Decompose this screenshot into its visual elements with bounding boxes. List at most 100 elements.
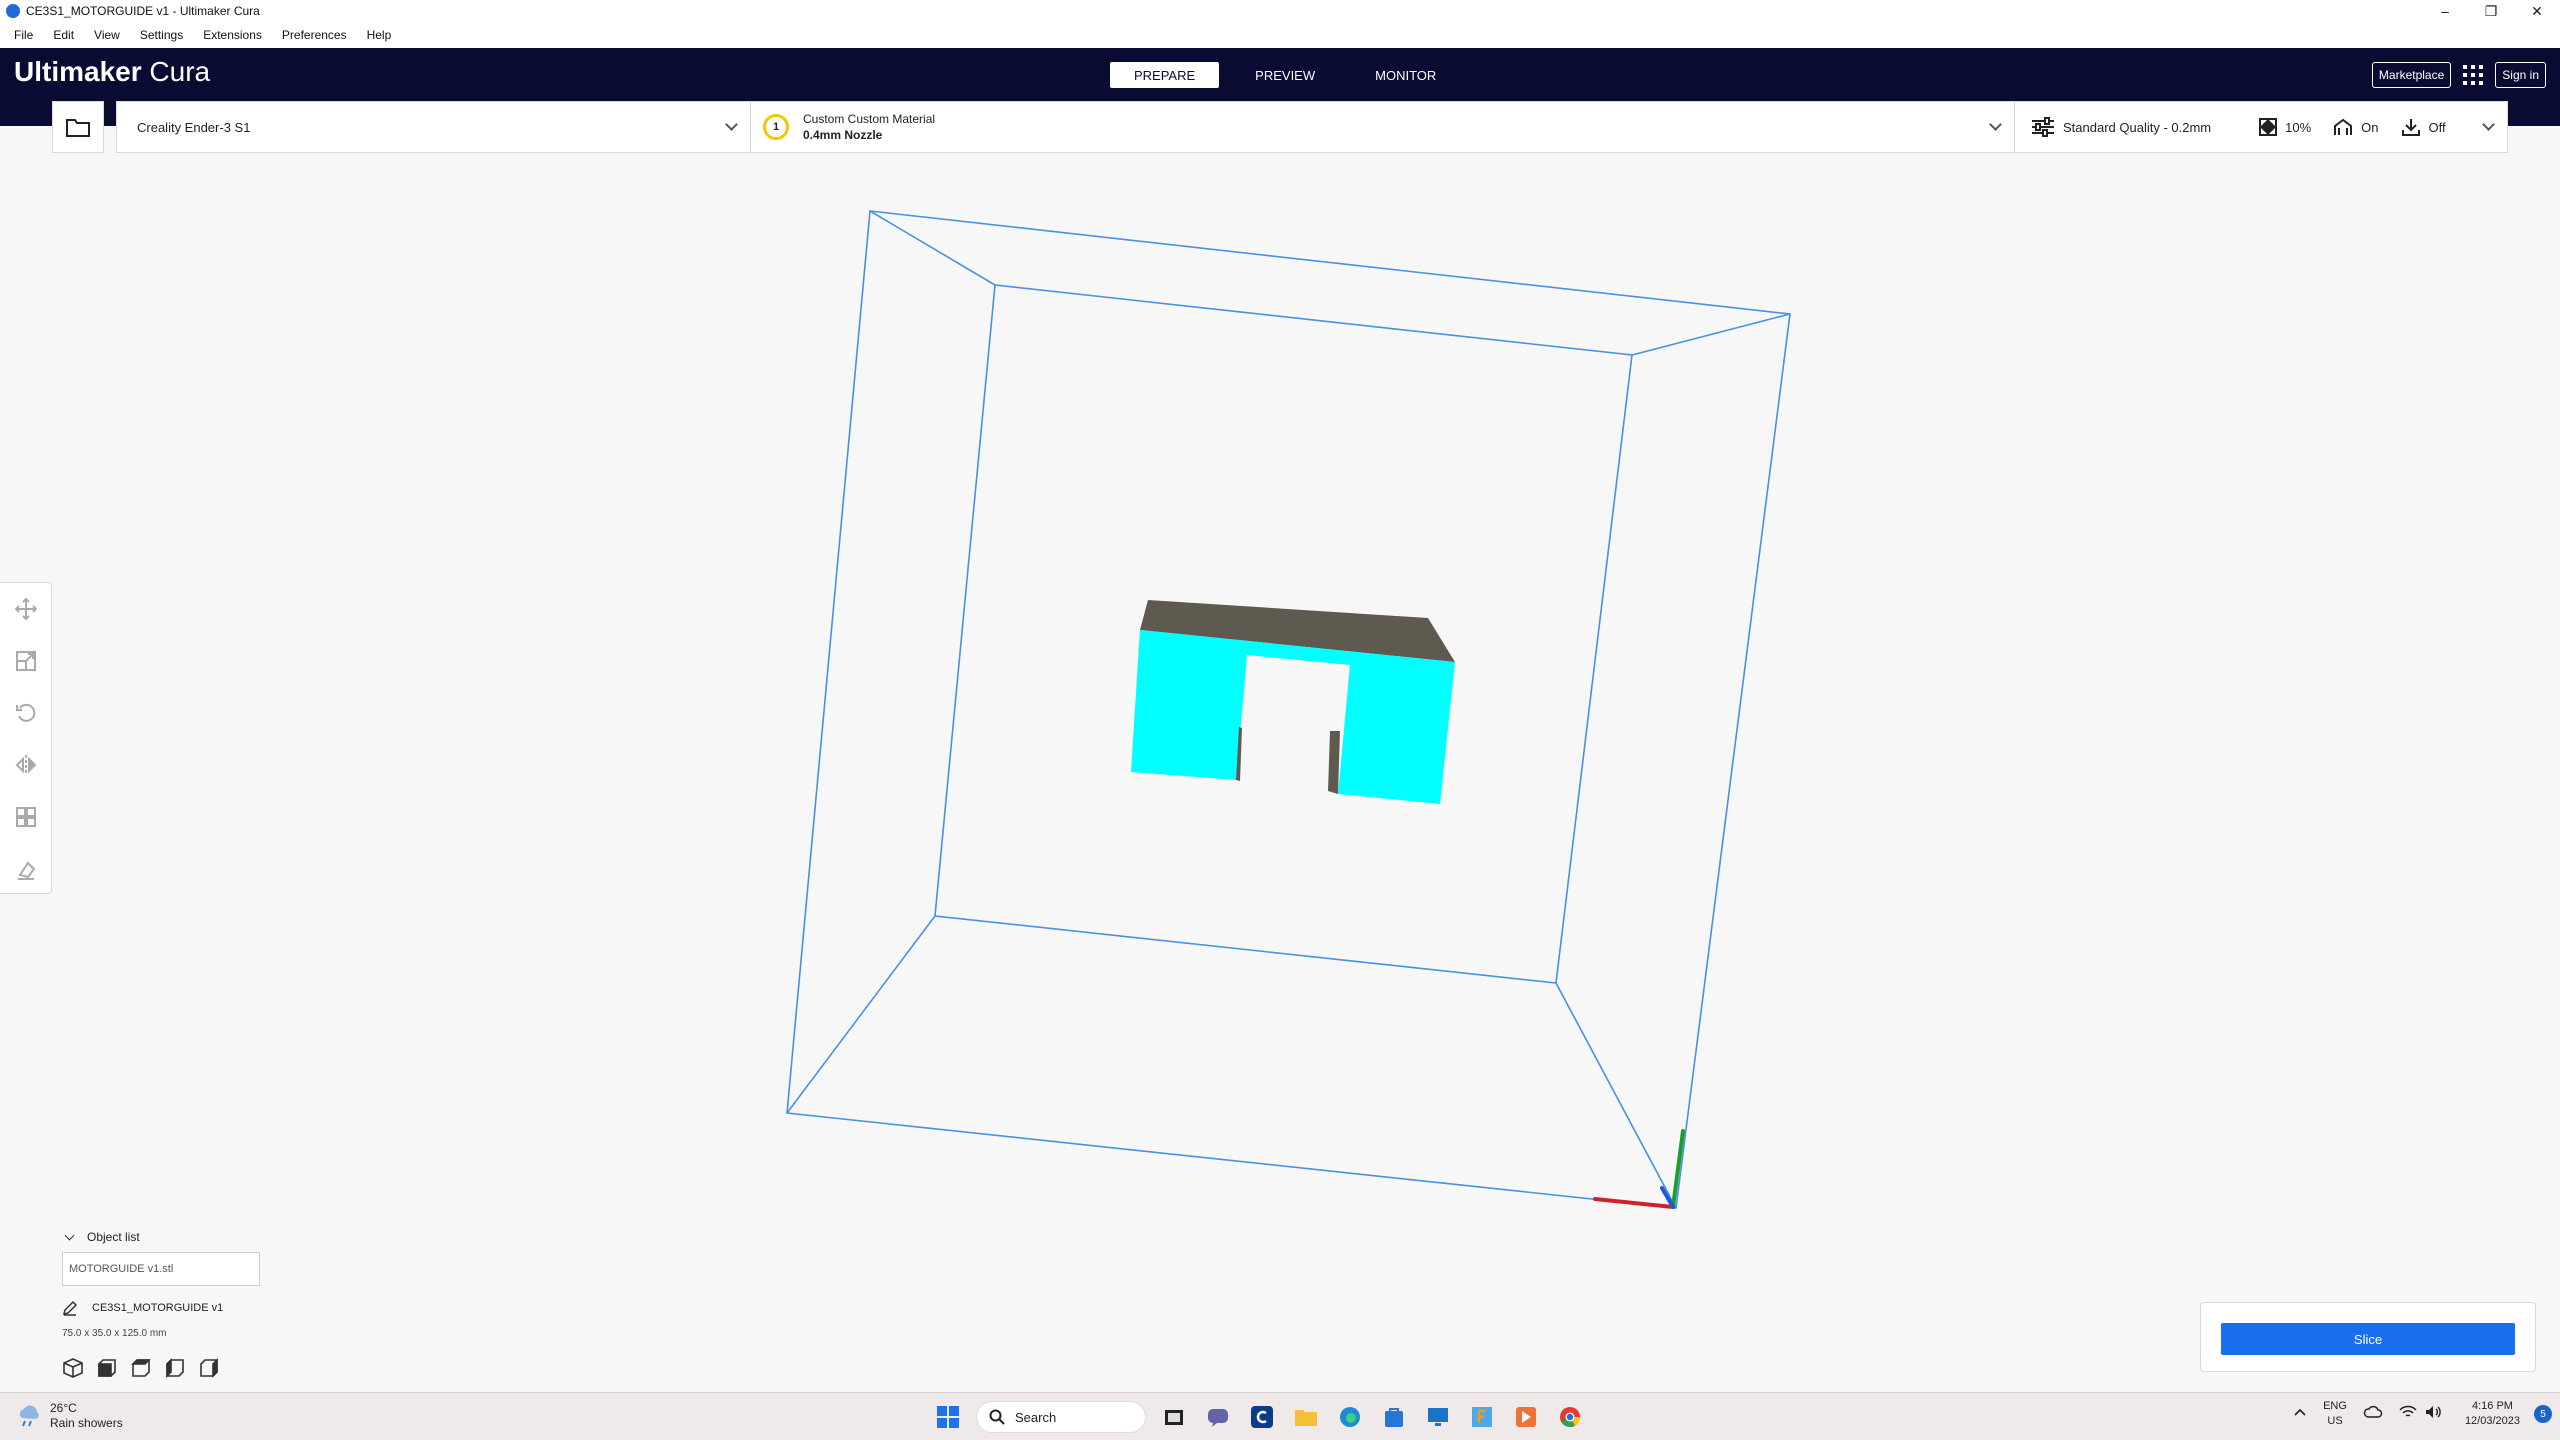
tab-prepare[interactable]: PREPARE	[1110, 62, 1220, 88]
marketplace-button[interactable]: Marketplace	[2371, 62, 2452, 88]
extruder-badge: 1	[763, 114, 789, 140]
move-tool-button[interactable]	[0, 583, 51, 635]
chevron-up-icon	[2294, 1408, 2306, 1416]
file-explorer-app[interactable]	[1290, 1401, 1322, 1433]
menu-settings[interactable]: Settings	[134, 24, 189, 46]
object-list-toggle[interactable]: Object list	[62, 1230, 362, 1244]
restore-button[interactable]: ❐	[2468, 0, 2514, 22]
view-front-button[interactable]	[96, 1357, 118, 1384]
wifi-icon	[2399, 1405, 2417, 1417]
sign-in-button[interactable]: Sign in	[2495, 62, 2546, 88]
menu-help[interactable]: Help	[361, 24, 398, 46]
close-button[interactable]: ✕	[2514, 0, 2560, 22]
view-3d-button[interactable]	[62, 1357, 84, 1384]
system-tray: ENG US 4:16 PM 12/03/2023 5	[2277, 1399, 2552, 1429]
menu-bar: File Edit View Settings Extensions Prefe…	[0, 22, 2560, 48]
menu-preferences[interactable]: Preferences	[276, 24, 353, 46]
language-code: ENG	[2323, 1400, 2347, 1412]
view-left-button[interactable]	[164, 1357, 186, 1384]
fusion-app[interactable]	[1466, 1401, 1498, 1433]
quality-profile: Standard Quality - 0.2mm	[2063, 119, 2212, 135]
per-model-settings-button[interactable]	[0, 791, 51, 843]
store-app[interactable]	[1378, 1401, 1410, 1433]
taskbar-search[interactable]: Search	[976, 1401, 1146, 1433]
teams-app[interactable]	[1202, 1401, 1234, 1433]
start-button[interactable]	[932, 1401, 964, 1433]
windows-taskbar: 26°C Rain showers Search ENG US 4:16 PM …	[0, 1392, 2560, 1440]
chevron-down-icon	[64, 1230, 75, 1240]
tab-monitor[interactable]: MONITOR	[1351, 62, 1460, 88]
weather-condition: Rain showers	[50, 1416, 123, 1430]
material-selector[interactable]: 1 Custom Custom Material 0.4mm Nozzle	[750, 101, 2015, 153]
notification-badge[interactable]: 5	[2534, 1405, 2552, 1423]
scale-icon	[15, 651, 36, 671]
cube-front-icon	[98, 1359, 116, 1377]
cube-right-icon	[200, 1358, 218, 1378]
chrome-app[interactable]	[1554, 1401, 1586, 1433]
material-name: Custom Custom Material	[803, 112, 936, 126]
adhesion-icon	[2401, 119, 2420, 136]
infill-icon	[2259, 118, 2278, 136]
printer-selector[interactable]: Creality Ender-3 S1	[116, 101, 751, 153]
3d-viewport[interactable]	[0, 153, 2560, 1393]
print-settings-selector[interactable]: Standard Quality - 0.2mm 10% On Off	[2014, 101, 2508, 153]
show-hidden-icons-button[interactable]	[2293, 1407, 2307, 1422]
slicer-app[interactable]	[1510, 1401, 1542, 1433]
job-name-row[interactable]: CE3S1_MOTORGUIDE v1	[62, 1300, 362, 1316]
view-top-button[interactable]	[130, 1357, 152, 1384]
brand-cura: Cura	[149, 56, 211, 87]
open-file-button[interactable]	[52, 101, 104, 153]
onedrive-tray[interactable]	[2363, 1405, 2383, 1424]
cura-taskbar-app[interactable]	[1246, 1401, 1278, 1433]
left-toolbar	[0, 582, 52, 894]
rotate-tool-button[interactable]	[0, 687, 51, 739]
clock-time: 4:16 PM	[2471, 1400, 2513, 1412]
weather-temperature: 26°C	[50, 1401, 77, 1415]
tab-preview[interactable]: PREVIEW	[1231, 62, 1339, 88]
support-blocker-button[interactable]	[0, 843, 51, 895]
edge-app[interactable]	[1334, 1401, 1366, 1433]
network-tray[interactable]	[2399, 1405, 2417, 1424]
search-icon	[989, 1409, 1005, 1425]
adhesion-value: Off	[2428, 119, 2446, 135]
clock-date: 12/03/2023	[2464, 1415, 2520, 1427]
menu-view[interactable]: View	[88, 24, 126, 46]
search-label: Search	[1015, 1409, 1057, 1425]
move-icon	[14, 598, 37, 620]
menu-file[interactable]: File	[8, 24, 39, 46]
model-motorguide[interactable]	[1131, 600, 1455, 804]
language-indicator[interactable]: ENG US	[2323, 1399, 2347, 1429]
nozzle-size: 0.4mm Nozzle	[803, 128, 883, 142]
mirror-tool-button[interactable]	[0, 739, 51, 791]
clock[interactable]: 4:16 PM 12/03/2023	[2465, 1399, 2520, 1429]
menu-edit[interactable]: Edit	[47, 24, 80, 46]
chevron-down-icon	[725, 118, 738, 131]
folder-icon	[1295, 1410, 1317, 1426]
scale-tool-button[interactable]	[0, 635, 51, 687]
minimize-button[interactable]: –	[2422, 0, 2468, 22]
volume-tray[interactable]	[2425, 1405, 2443, 1424]
store-icon	[1385, 1408, 1403, 1427]
header-right: Marketplace Sign in	[2371, 62, 2546, 88]
task-view-button[interactable]	[1158, 1401, 1190, 1433]
monitor-icon	[1428, 1408, 1448, 1426]
support-value: On	[2361, 119, 2379, 135]
remote-desktop-app[interactable]	[1422, 1401, 1454, 1433]
rotate-icon	[15, 703, 35, 722]
view-right-button[interactable]	[198, 1357, 220, 1384]
menu-extensions[interactable]: Extensions	[197, 24, 268, 46]
object-list-item[interactable]: MOTORGUIDE v1.stl	[62, 1252, 260, 1286]
infill-value: 10%	[2285, 119, 2312, 135]
weather-widget[interactable]: 26°C Rain showers	[16, 1401, 123, 1431]
mirror-icon	[15, 755, 36, 775]
windows-logo-icon	[937, 1406, 959, 1428]
brand-logo: Ultimaker Cura	[14, 56, 210, 88]
per-model-settings-icon	[15, 807, 36, 827]
apps-grid-icon[interactable]	[2463, 65, 2484, 85]
slice-button[interactable]: Slice	[2221, 1323, 2515, 1355]
support-blocker-icon	[17, 861, 35, 880]
camera-view-buttons	[62, 1357, 362, 1384]
chrome-icon	[1560, 1407, 1581, 1428]
cura-app-icon	[6, 4, 20, 18]
task-view-icon	[1165, 1410, 1183, 1425]
